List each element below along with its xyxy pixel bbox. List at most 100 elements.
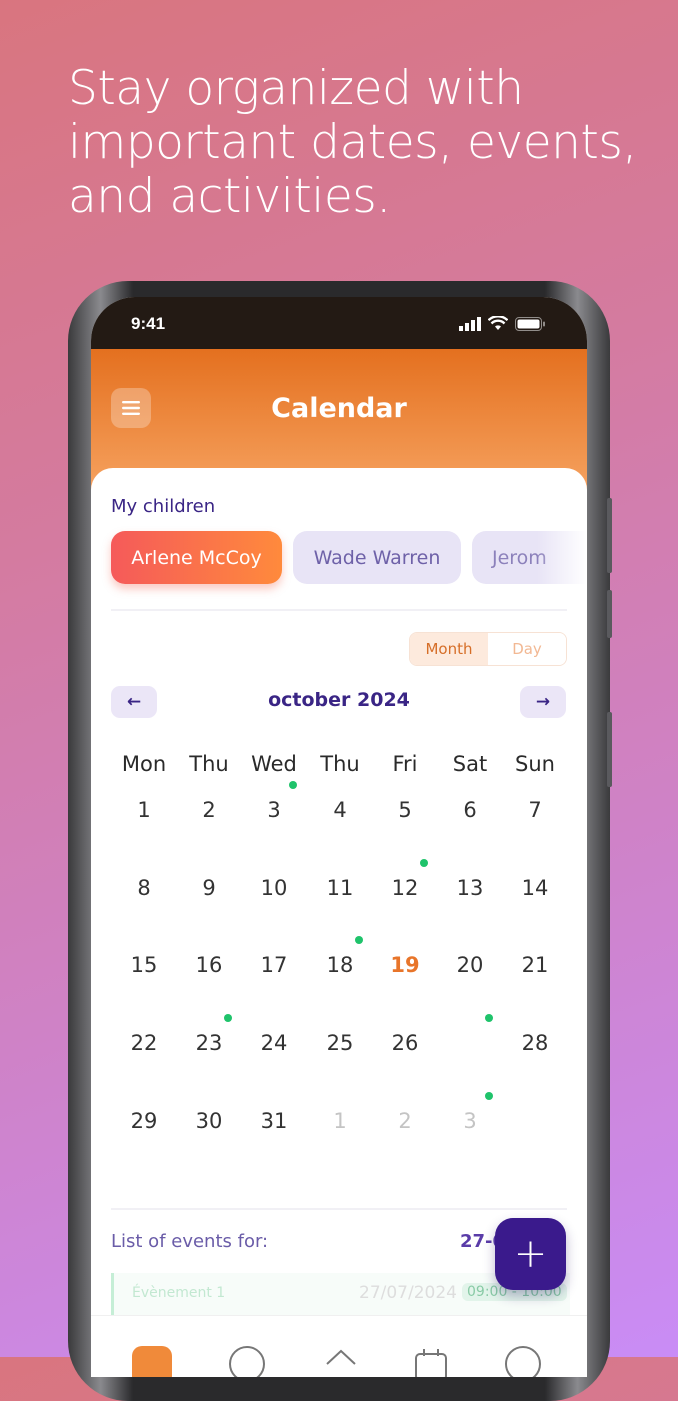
calendar-day-number: 31	[260, 1109, 288, 1133]
calendar-day-number: 16	[195, 953, 223, 977]
calendar-day[interactable]: 8	[111, 855, 177, 921]
calendar-day-number: 21	[521, 953, 549, 977]
calendar-day[interactable]: 24	[241, 1010, 307, 1076]
toggle-month[interactable]: Month	[410, 633, 488, 665]
calendar-day[interactable]: 22	[111, 1010, 177, 1076]
weekday-header: Fri	[392, 752, 418, 776]
calendar-day-number: 24	[260, 1031, 288, 1055]
calendar-day[interactable]: 7	[502, 777, 568, 843]
arrow-right-icon: →	[535, 692, 551, 712]
calendar-day[interactable]: 29	[111, 1088, 177, 1154]
power-button	[607, 712, 612, 787]
calendar-day-number: 11	[326, 876, 354, 900]
calendar-day-number: 9	[202, 876, 216, 900]
calendar-day[interactable]: 4	[307, 777, 373, 843]
next-month-button[interactable]: →	[520, 686, 566, 718]
calendar-day[interactable]: 30	[176, 1088, 242, 1154]
calendar-day-number: 17	[260, 953, 288, 977]
calendar-day-number: 2	[398, 1109, 412, 1133]
event-indicator-dot	[420, 859, 428, 867]
tab-home[interactable]	[132, 1346, 172, 1377]
calendar-day[interactable]: 27	[437, 1010, 503, 1076]
child-chip-arlene[interactable]: Arlene McCoy	[111, 531, 282, 584]
calendar-day[interactable]: 15	[111, 932, 177, 998]
calendar-day[interactable]: 10	[241, 855, 307, 921]
calendar-day-number: 10	[260, 876, 288, 900]
calendar-day-number: 20	[456, 953, 484, 977]
month-label: october 2024	[268, 689, 410, 711]
calendar-day-other-month[interactable]: 3	[437, 1088, 503, 1154]
calendar-day[interactable]: 2	[176, 777, 242, 843]
tab-calendar[interactable]	[413, 1346, 449, 1377]
calendar-day[interactable]: 17	[241, 932, 307, 998]
headline-line-2: important dates, events,	[68, 115, 637, 170]
child-chip-label: Arlene McCoy	[131, 546, 262, 569]
toggle-day[interactable]: Day	[488, 633, 566, 665]
weekday-header: Sun	[515, 752, 555, 776]
calendar-day-number: 25	[326, 1031, 354, 1055]
calendar-day-number: 29	[130, 1109, 158, 1133]
calendar-day-number: 4	[333, 798, 347, 822]
calendar-day[interactable]: 19	[372, 932, 438, 998]
calendar-day[interactable]: 5	[372, 777, 438, 843]
child-chip-wade[interactable]: Wade Warren	[293, 531, 461, 584]
volume-up-button	[607, 498, 612, 573]
calendar-day-number: 28	[521, 1031, 549, 1055]
calendar-day[interactable]: 3	[241, 777, 307, 843]
profile-icon	[505, 1346, 541, 1377]
calendar-day[interactable]: 31	[241, 1088, 307, 1154]
calendar-day-number: 8	[137, 876, 151, 900]
calendar-day[interactable]: 12	[372, 855, 438, 921]
plus-icon: +	[513, 1231, 548, 1277]
child-chip-jerome[interactable]: Jerom	[472, 531, 587, 584]
calendar-day-number: 7	[528, 798, 542, 822]
calendar-day[interactable]: 18	[307, 932, 373, 998]
events-list-label: List of events for:	[111, 1231, 269, 1252]
calendar-day-number: 2	[202, 798, 216, 822]
signal-icon	[459, 316, 481, 331]
calendar-day-number: 1	[333, 1109, 347, 1133]
section-divider	[111, 609, 567, 611]
calendar-day-number: 23	[195, 1031, 223, 1055]
tab-profile[interactable]	[505, 1346, 541, 1377]
calendar-day[interactable]: 20	[437, 932, 503, 998]
calendar-day-number: 6	[463, 798, 477, 822]
child-chip-label: Wade Warren	[313, 546, 441, 569]
calendar-day-number: 26	[391, 1031, 419, 1055]
my-children-label: My children	[111, 496, 216, 517]
bottom-tab-bar	[91, 1315, 587, 1377]
calendar-day-number: 14	[521, 876, 549, 900]
phone-screen: 9:41 Calendar My children Arlene McCoy W…	[91, 297, 587, 1377]
calendar-day-number: 19	[390, 953, 420, 977]
chat-icon	[229, 1346, 265, 1377]
weekday-header: Thu	[189, 752, 229, 776]
calendar-day[interactable]: 21	[502, 932, 568, 998]
calendar-day[interactable]: 25	[307, 1010, 373, 1076]
headline-line-1: Stay organized with	[68, 61, 524, 116]
event-title: Évènement 1	[132, 1285, 226, 1301]
calendar-day-other-month[interactable]: 1	[307, 1088, 373, 1154]
home-icon	[132, 1346, 172, 1377]
calendar-day[interactable]: 6	[437, 777, 503, 843]
tab-school[interactable]	[323, 1346, 359, 1377]
calendar-day[interactable]: 13	[437, 855, 503, 921]
calendar-day[interactable]: 11	[307, 855, 373, 921]
calendar-day[interactable]: 1	[111, 777, 177, 843]
weekday-header: Sat	[452, 752, 488, 776]
calendar-day-other-month[interactable]: 2	[372, 1088, 438, 1154]
calendar-day[interactable]: 9	[176, 855, 242, 921]
events-list-date: 27-0	[460, 1231, 500, 1252]
promo-headline: Stay organized with important dates, eve…	[68, 62, 658, 224]
calendar-day[interactable]: 14	[502, 855, 568, 921]
house-icon	[326, 1349, 356, 1365]
calendar-day[interactable]: 16	[176, 932, 242, 998]
calendar-day[interactable]: 28	[502, 1010, 568, 1076]
calendar-day[interactable]: 23	[176, 1010, 242, 1076]
calendar-day[interactable]: 26	[372, 1010, 438, 1076]
battery-icon	[515, 316, 545, 331]
calendar-day-number: 22	[130, 1031, 158, 1055]
calendar-day-number: 30	[195, 1109, 223, 1133]
calendar-day-number: 18	[326, 953, 354, 977]
add-event-button[interactable]: +	[495, 1218, 566, 1290]
tab-messages[interactable]	[229, 1346, 265, 1377]
